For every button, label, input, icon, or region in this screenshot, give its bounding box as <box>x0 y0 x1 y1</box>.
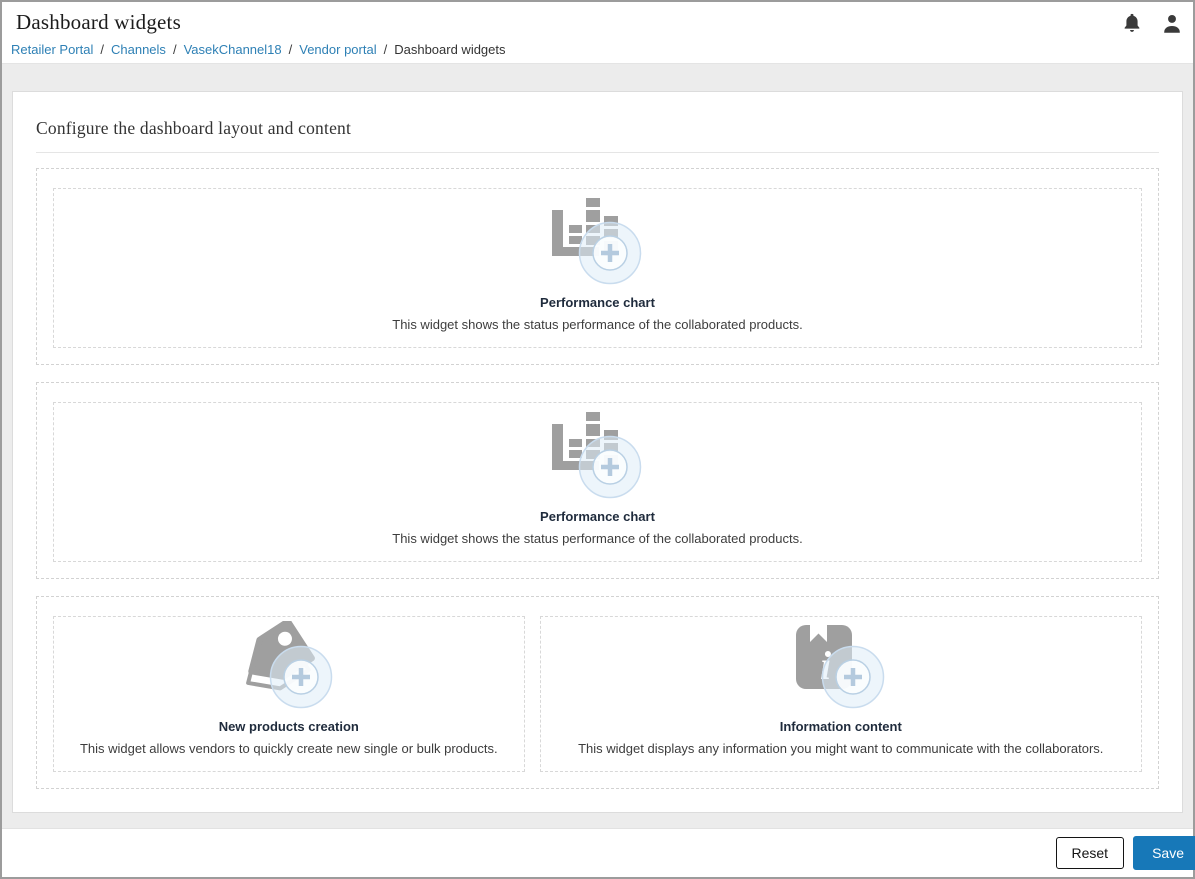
widget-performance-chart[interactable]: Performance chart This widget shows the … <box>53 402 1142 562</box>
person-icon[interactable] <box>1161 12 1183 36</box>
widget-icon-block <box>551 411 645 501</box>
widget-description: This widget displays any information you… <box>578 741 1103 756</box>
panel-heading: Configure the dashboard layout and conte… <box>36 118 1159 139</box>
page-title: Dashboard widgets <box>16 10 1179 35</box>
breadcrumb-link-vasekchannel18[interactable]: VasekChannel18 <box>184 42 282 57</box>
widget-icon-block <box>551 197 645 287</box>
breadcrumb-separator: / <box>173 42 177 57</box>
reset-button[interactable]: Reset <box>1056 837 1125 869</box>
widget-dropzone-row-3[interactable]: New products creation This widget allows… <box>36 596 1159 789</box>
breadcrumb-link-vendor-portal[interactable]: Vendor portal <box>299 42 376 57</box>
breadcrumb: Retailer Portal / Channels / VasekChanne… <box>11 42 1179 57</box>
action-bar: Reset Save <box>2 828 1193 877</box>
widget-title: Performance chart <box>540 509 655 524</box>
breadcrumb-current-page: Dashboard widgets <box>394 42 505 57</box>
widget-title: New products creation <box>219 719 359 734</box>
widget-information-content[interactable]: i Information content This widget displa… <box>540 616 1142 772</box>
widget-icon-block: i <box>794 621 888 711</box>
widget-icon-block <box>242 621 336 711</box>
widget-title: Performance chart <box>540 295 655 310</box>
widget-title: Information content <box>780 719 902 734</box>
add-widget-plus-icon[interactable] <box>578 221 642 285</box>
widget-performance-chart[interactable]: Performance chart This widget shows the … <box>53 188 1142 348</box>
top-header: Dashboard widgets Retailer Portal / Chan… <box>2 2 1193 64</box>
save-button[interactable]: Save <box>1133 836 1195 870</box>
breadcrumb-separator: / <box>384 42 388 57</box>
widget-dropzone-row-2[interactable]: Performance chart This widget shows the … <box>36 382 1159 579</box>
widget-dropzone-row-1[interactable]: Performance chart This widget shows the … <box>36 168 1159 365</box>
breadcrumb-separator: / <box>100 42 104 57</box>
breadcrumb-link-channels[interactable]: Channels <box>111 42 166 57</box>
add-widget-plus-icon[interactable] <box>269 645 333 709</box>
widget-description: This widget shows the status performance… <box>392 317 802 332</box>
widget-description: This widget allows vendors to quickly cr… <box>80 741 498 756</box>
breadcrumb-separator: / <box>289 42 293 57</box>
breadcrumb-link-retailer-portal[interactable]: Retailer Portal <box>11 42 93 57</box>
widget-new-products-creation[interactable]: New products creation This widget allows… <box>53 616 525 772</box>
add-widget-plus-icon[interactable] <box>578 435 642 499</box>
heading-divider <box>36 152 1159 153</box>
dashboard-config-panel: Configure the dashboard layout and conte… <box>12 91 1183 813</box>
bell-icon[interactable] <box>1121 11 1143 37</box>
widget-description: This widget shows the status performance… <box>392 531 802 546</box>
add-widget-plus-icon[interactable] <box>821 645 885 709</box>
